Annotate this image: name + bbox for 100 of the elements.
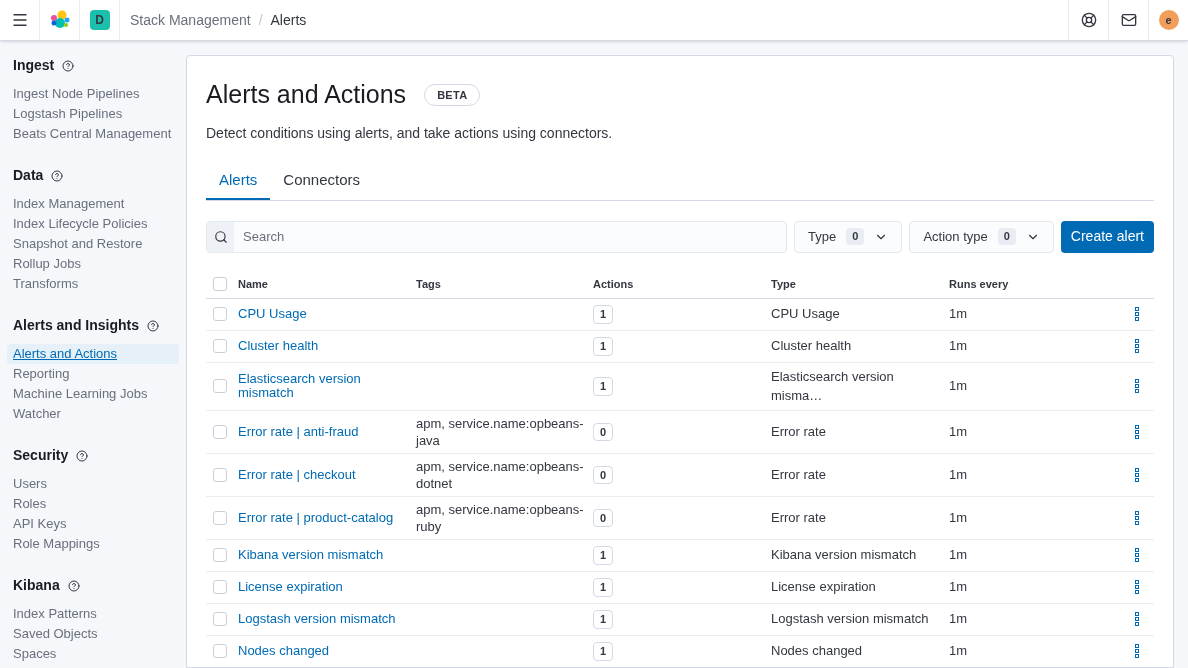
actions-count: 0 [593,422,614,442]
sidebar-item[interactable]: Index Management [7,194,179,214]
help-icon [51,169,64,182]
sidebar-item[interactable]: Watcher [7,404,179,424]
sidebar-item[interactable]: Reporting [7,364,179,384]
table-cell-text: Kibana version mismatch [771,546,918,565]
alert-name-link[interactable]: Elasticsearch version mismatch [238,372,416,400]
table-cell-text: 1m [949,546,969,565]
table-cell-text: 1m [949,337,969,356]
alert-name-link[interactable]: Cluster health [238,339,416,353]
checkbox[interactable] [213,510,227,525]
help-icon [76,449,89,462]
checkbox[interactable] [213,644,227,658]
alert-name-link[interactable]: Kibana version mismatch [238,548,416,562]
table-cell-text: 1m [949,610,969,629]
table-cell-text: 1m [949,422,969,441]
table-cell-text: Error rate [771,465,827,484]
actions-count: 1 [593,642,614,661]
sidebar-item[interactable]: Users [7,474,179,494]
table-cell-text: Error rate [771,422,827,441]
table-cell-text: Nodes changed [771,642,864,661]
checkbox[interactable] [213,339,227,353]
column-header: Runs every [949,276,1010,292]
table-cell-text: apm, service.name:opbeans-ruby [416,500,585,535]
sidebar-item[interactable]: Role Mappings [7,534,179,554]
menu-icon [10,11,29,29]
sidebar-item[interactable]: Snapshot and Restore [7,234,179,254]
tab[interactable]: Connectors [270,163,374,200]
sidebar-item[interactable]: Logstash Pipelines [7,104,179,124]
breadcrumb-separator: / [258,10,263,30]
column-header: Name [238,276,269,292]
sidebar-item[interactable]: Saved Objects [7,624,179,644]
checkbox[interactable] [213,307,227,321]
search-field[interactable]: Search [206,220,788,253]
table-cell-text: 1m [949,578,969,597]
table-cell-text: 1m [949,377,969,396]
filter-button[interactable]: Action type 0 [909,220,1054,253]
checkbox[interactable] [213,379,227,393]
more-options-icon[interactable] [1135,339,1139,353]
sidebar-item[interactable]: Spaces [7,644,179,664]
more-options-icon[interactable] [1135,307,1139,321]
actions-count: 1 [593,578,614,597]
more-options-icon[interactable] [1135,424,1139,439]
mail-icon[interactable] [1120,12,1137,28]
sidebar-item[interactable]: Index Lifecycle Policies [7,214,179,234]
logo-icon[interactable] [49,10,70,30]
help-icon [62,59,75,72]
checkbox[interactable] [213,580,227,594]
sidebar-item[interactable]: Alerts and Actions [7,344,179,364]
more-options-icon[interactable] [1135,548,1139,562]
more-options-icon[interactable] [1135,467,1139,482]
alert-name-link[interactable]: CPU Usage [238,307,416,321]
alert-name-link[interactable]: Error rate | anti-fraud [238,424,416,439]
sidebar-item[interactable]: Index Patterns [7,604,179,624]
table-cell-text: apm, service.name:opbeans-dotnet [416,457,585,492]
sidebar-section-title: Security [13,446,69,465]
more-options-icon[interactable] [1135,644,1139,658]
sidebar-item[interactable]: Rollup Jobs [7,254,179,274]
more-options-icon[interactable] [1135,379,1139,393]
actions-count: 1 [593,546,614,565]
page-title: Alerts and Actions [206,79,407,110]
filter-button[interactable]: Type 0 [794,220,903,253]
actions-count: 1 [593,337,614,356]
checkbox[interactable] [213,277,227,291]
alert-name-link[interactable]: Logstash version mismatch [238,612,416,626]
alert-name-link[interactable]: Error rate | product-catalog [238,510,416,525]
user-avatar[interactable]: e [1158,10,1179,30]
sidebar-section-title: Kibana [13,576,60,595]
more-options-icon[interactable] [1135,510,1139,525]
sidebar-item[interactable]: Transforms [7,274,179,294]
alert-name-link[interactable]: License expiration [238,580,416,594]
checkbox[interactable] [213,612,227,626]
space-avatar[interactable]: D [89,10,110,30]
sidebar-item[interactable]: API Keys [7,514,179,534]
checkbox[interactable] [213,467,227,482]
table-cell-text: 1m [949,508,969,527]
table-cell-text: Logstash version mismatch [771,610,930,629]
table-cell-text: Elasticsearch version misma… [771,367,895,405]
actions-count: 1 [593,305,614,324]
more-options-icon[interactable] [1135,612,1139,626]
breadcrumb[interactable]: Stack Management [130,9,251,31]
sidebar-item[interactable]: Beats Central Management [7,124,179,144]
sidebar-item[interactable]: Ingest Node Pipelines [7,84,179,104]
checkbox[interactable] [213,424,227,439]
more-options-icon[interactable] [1135,580,1139,594]
sidebar-item[interactable]: Machine Learning Jobs [7,384,179,404]
sidebar-section-title: Alerts and Insights [13,316,140,335]
create-alert-button[interactable]: Create alert [1060,220,1154,253]
help-icon[interactable] [1080,12,1097,28]
sidebar-section-title: Ingest [13,56,55,75]
checkbox[interactable] [213,548,227,562]
column-header: Actions [593,276,635,292]
sidebar-item[interactable]: Roles [7,494,179,514]
table-cell-text: 1m [949,465,969,484]
table-cell-text: 1m [949,305,969,324]
table-cell-text: apm, service.name:opbeans-java [416,414,585,449]
tab[interactable]: Alerts [206,163,271,200]
search-icon [213,229,228,244]
alert-name-link[interactable]: Nodes changed [238,644,416,658]
alert-name-link[interactable]: Error rate | checkout [238,467,416,482]
